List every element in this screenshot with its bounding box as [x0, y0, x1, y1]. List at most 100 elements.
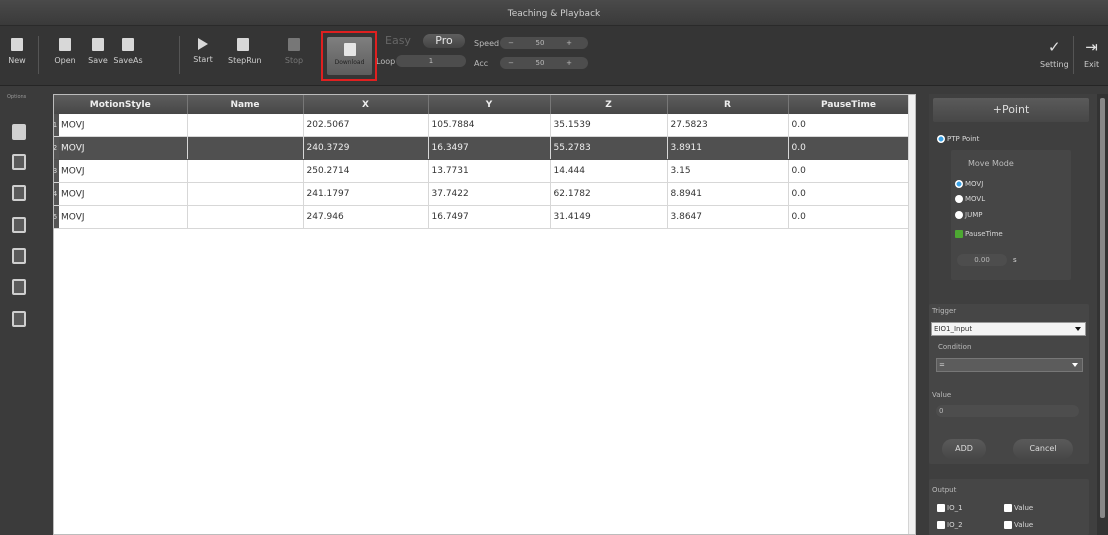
movl-radio[interactable]: MOVL	[955, 195, 985, 203]
easy-mode-label[interactable]: Easy	[385, 34, 411, 47]
panel-scrollbar[interactable]	[1097, 94, 1108, 535]
stop-button[interactable]: Stop	[279, 35, 309, 75]
io2-checkbox[interactable]: IO_2	[937, 521, 963, 529]
export-icon[interactable]	[12, 279, 26, 295]
cell-motion-style[interactable]: 2MOVJ	[54, 136, 188, 160]
cell-z[interactable]: 14.444	[550, 159, 668, 183]
loop-input[interactable]: 1	[396, 55, 466, 67]
column-header[interactable]: MotionStyle	[54, 95, 188, 114]
io1-value-checkbox[interactable]: Value	[1004, 504, 1033, 512]
cell-name[interactable]	[187, 182, 304, 206]
toolbar-divider	[1073, 36, 1074, 74]
cell-z[interactable]: 62.1782	[550, 182, 668, 206]
cell-y[interactable]: 13.7731	[428, 159, 551, 183]
cell-pause-time[interactable]: 0.0	[788, 182, 910, 206]
save-button[interactable]: Save	[83, 35, 113, 75]
arm-tool-icon[interactable]	[12, 185, 26, 201]
io1-checkbox[interactable]: IO_1	[937, 504, 963, 512]
cell-y[interactable]: 16.3497	[428, 136, 551, 160]
speed-stepper[interactable]: − 50 +	[500, 37, 588, 49]
io2-value-checkbox[interactable]: Value	[1004, 521, 1033, 529]
movj-radio[interactable]: MOVJ	[955, 180, 983, 188]
cell-z[interactable]: 35.1539	[550, 114, 668, 137]
scrollbar-thumb[interactable]	[1100, 98, 1105, 518]
acc-decrease-button[interactable]: −	[500, 57, 522, 69]
cell-name[interactable]	[187, 136, 304, 160]
cell-y[interactable]: 105.7884	[428, 114, 551, 137]
cell-r[interactable]: 3.8647	[667, 205, 789, 229]
table-row[interactable]: 5MOVJ 247.946 16.7497 31.4149 3.8647 0.0	[54, 205, 910, 229]
cell-r[interactable]: 3.8911	[667, 136, 789, 160]
row-number: 3	[54, 160, 59, 182]
value-input[interactable]: 0	[936, 405, 1079, 417]
acc-stepper[interactable]: − 50 +	[500, 57, 588, 69]
table-row[interactable]: 3MOVJ 250.2714 13.7731 14.444 3.15 0.0	[54, 159, 910, 183]
table-row-selected[interactable]: 2MOVJ 240.3729 16.3497 55.2783 3.8911 0.…	[54, 136, 910, 160]
cell-x[interactable]: 241.1797	[303, 182, 429, 206]
column-header[interactable]: X	[303, 95, 429, 114]
table-row[interactable]: 4MOVJ 241.1797 37.7422 62.1782 8.8941 0.…	[54, 182, 910, 206]
pause-time-checkbox[interactable]: PauseTime	[955, 230, 1003, 238]
trigger-select[interactable]: EIO1_Input	[931, 322, 1086, 336]
download-highlight: Download	[321, 31, 377, 81]
add-button[interactable]: ADD	[942, 439, 986, 459]
cell-pause-time[interactable]: 0.0	[788, 136, 910, 160]
document-icon[interactable]	[12, 124, 26, 140]
list-icon[interactable]	[12, 217, 26, 233]
column-header[interactable]: Z	[550, 95, 668, 114]
jump-radio[interactable]: JUMP	[955, 211, 982, 219]
exit-button[interactable]: ⇥ Exit	[1084, 38, 1099, 69]
cell-name[interactable]	[187, 114, 304, 137]
cell-z[interactable]: 55.2783	[550, 136, 668, 160]
cell-r[interactable]: 3.15	[667, 159, 789, 183]
cell-motion-style[interactable]: 3MOVJ	[54, 159, 188, 183]
cell-x[interactable]: 250.2714	[303, 159, 429, 183]
cell-y[interactable]: 16.7497	[428, 205, 551, 229]
cell-name[interactable]	[187, 159, 304, 183]
cell-pause-time[interactable]: 0.0	[788, 114, 910, 137]
add-point-button[interactable]: +Point	[933, 98, 1089, 122]
cell-z[interactable]: 31.4149	[550, 205, 668, 229]
table-scrollbar[interactable]	[908, 95, 915, 534]
cancel-button[interactable]: Cancel	[1013, 439, 1073, 459]
column-header[interactable]: R	[667, 95, 789, 114]
cell-x[interactable]: 202.5067	[303, 114, 429, 137]
cell-x[interactable]: 240.3729	[303, 136, 429, 160]
pro-mode-button[interactable]: Pro	[423, 34, 465, 48]
text-icon[interactable]	[12, 311, 26, 327]
cell-r[interactable]: 8.8941	[667, 182, 789, 206]
acc-increase-button[interactable]: +	[558, 57, 580, 69]
new-button[interactable]: New	[2, 35, 32, 75]
new-file-icon	[11, 38, 23, 51]
cell-x[interactable]: 247.946	[303, 205, 429, 229]
radio-selected-icon	[955, 180, 963, 188]
column-header[interactable]: Name	[187, 95, 304, 114]
save-as-button[interactable]: SaveAs	[113, 35, 143, 75]
step-run-icon	[237, 38, 249, 51]
cell-pause-time[interactable]: 0.0	[788, 159, 910, 183]
cell-pause-time[interactable]: 0.0	[788, 205, 910, 229]
condition-select[interactable]: =	[936, 358, 1083, 372]
column-header[interactable]: Y	[428, 95, 551, 114]
speed-decrease-button[interactable]: −	[500, 37, 522, 49]
acc-value: 50	[535, 59, 545, 67]
cell-y[interactable]: 37.7422	[428, 182, 551, 206]
step-run-button[interactable]: StepRun	[228, 35, 262, 75]
setting-button[interactable]: ✓ Setting	[1040, 38, 1069, 69]
radio-icon	[955, 195, 963, 203]
cell-motion-style[interactable]: 4MOVJ	[54, 182, 188, 206]
ptp-point-radio[interactable]: PTP Point	[937, 135, 979, 143]
start-button[interactable]: Start	[188, 35, 218, 75]
tool-icon[interactable]	[12, 248, 26, 264]
speed-increase-button[interactable]: +	[558, 37, 580, 49]
cell-r[interactable]: 27.5823	[667, 114, 789, 137]
column-header[interactable]: PauseTime	[788, 95, 910, 114]
cell-motion-style[interactable]: 5MOVJ	[54, 205, 188, 229]
pause-time-input[interactable]: 0.00	[957, 254, 1007, 266]
cell-name[interactable]	[187, 205, 304, 229]
cell-motion-style[interactable]: 1MOVJ	[54, 114, 188, 137]
table-row[interactable]: 1MOVJ 202.5067 105.7884 35.1539 27.5823 …	[54, 114, 910, 137]
edit-icon[interactable]	[12, 154, 26, 170]
download-button[interactable]: Download	[327, 37, 372, 75]
open-button[interactable]: Open	[50, 35, 80, 75]
